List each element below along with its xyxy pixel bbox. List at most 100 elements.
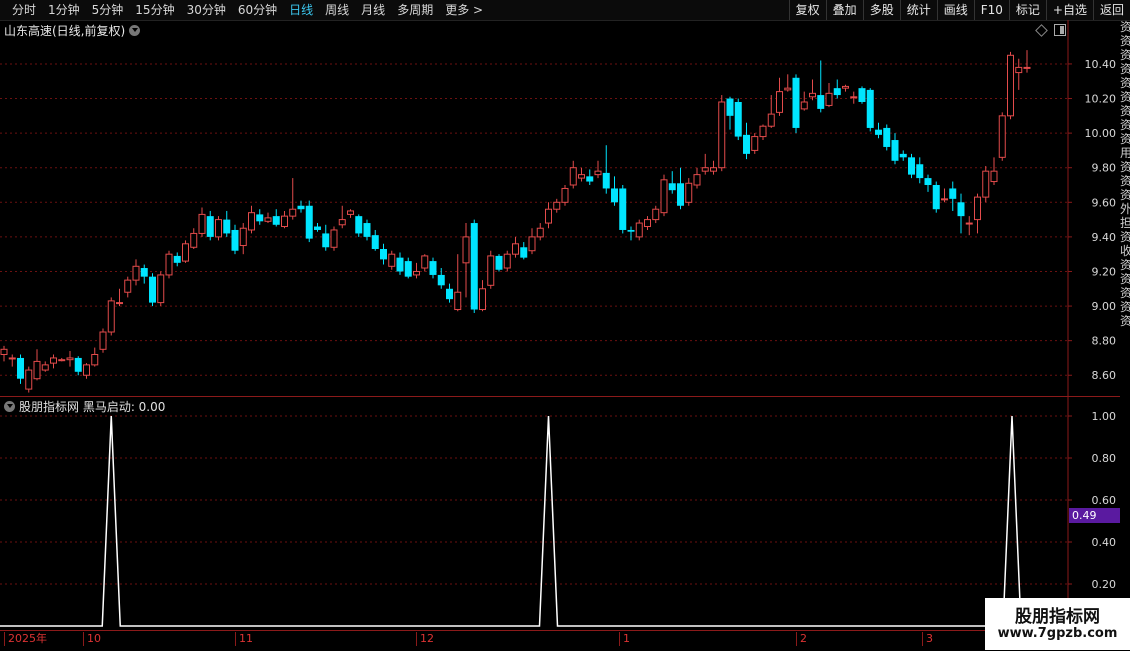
- right-strip-char: 资: [1120, 48, 1130, 62]
- candle-body-up: [553, 201, 561, 210]
- candle-body-up: [190, 232, 198, 248]
- candle-body-down: [833, 88, 841, 96]
- right-strip-char: 资: [1120, 174, 1130, 188]
- candle-body-up: [165, 253, 173, 276]
- date-axis-label: 2: [796, 632, 807, 646]
- indicator-tick-label: 1.00: [1092, 410, 1117, 423]
- candle-body-up: [347, 210, 354, 215]
- candle-body-down: [866, 89, 874, 128]
- candle-body-down: [949, 188, 957, 199]
- candle-body-down: [314, 226, 321, 230]
- candle-body-up: [388, 253, 396, 267]
- candle-body-up: [718, 101, 726, 169]
- date-axis-label: 12: [416, 632, 434, 646]
- candle-body-up: [198, 213, 206, 234]
- candle-body-down: [586, 176, 594, 182]
- candle-body-down: [297, 205, 305, 210]
- candle-body-up: [99, 331, 107, 350]
- right-strip-char: 收: [1120, 244, 1130, 258]
- candle-body-up: [701, 167, 709, 172]
- candle-body-down: [256, 214, 264, 222]
- watermark: 股朋指标网 www.7gpzb.com: [985, 598, 1130, 650]
- candle-body-up: [91, 353, 99, 366]
- indicator-tick-label: 0.40: [1092, 536, 1117, 549]
- candle-body-down: [619, 188, 627, 230]
- candle-body-up: [33, 360, 41, 380]
- right-strip-char: 资: [1120, 118, 1130, 132]
- candle-body-down: [149, 276, 156, 303]
- candle-body-up: [965, 222, 973, 225]
- candle-body-down: [916, 164, 924, 179]
- right-strip-char: 外: [1120, 202, 1130, 216]
- candle-body-down: [734, 101, 742, 137]
- right-strip-char: 资: [1120, 314, 1130, 328]
- candle-body-up: [107, 300, 115, 333]
- candle-body-down: [371, 235, 379, 249]
- indicator-title-text: 股朋指标网 黑马启动: 0.00: [19, 400, 166, 414]
- candle-body-up: [421, 255, 429, 269]
- candle-body-up: [990, 170, 998, 183]
- right-strip-char: 资: [1120, 132, 1130, 146]
- right-strip-char: 资: [1120, 160, 1130, 174]
- candle-body-down: [668, 183, 676, 191]
- right-strip-char: 资: [1120, 258, 1130, 272]
- candle-body-up: [528, 236, 536, 252]
- current-value-badge: 0.49: [1069, 508, 1120, 523]
- right-strip-char: 资: [1120, 286, 1130, 300]
- candle-body-down: [272, 216, 280, 225]
- candle-body-down: [627, 229, 635, 232]
- candle-body-up: [8, 357, 16, 360]
- watermark-url: www.7gpzb.com: [997, 626, 1118, 641]
- candle-body-up: [982, 170, 990, 198]
- candle-body-down: [380, 248, 387, 260]
- date-axis-label: 3: [922, 632, 933, 646]
- candle-body-up: [66, 357, 74, 361]
- right-strip-char: 资: [1120, 90, 1130, 104]
- date-axis-label: 10: [83, 632, 101, 646]
- candle-body-down: [932, 185, 940, 210]
- candle-body-up: [759, 125, 767, 138]
- right-strip-char: 资: [1120, 188, 1130, 202]
- candle-body-up: [635, 222, 643, 238]
- price-tick-label: 9.60: [1092, 196, 1117, 209]
- candle-body-up: [545, 208, 552, 224]
- watermark-name: 股朋指标网: [1015, 607, 1100, 627]
- candle-body-down: [858, 88, 866, 102]
- candle-body-up: [693, 174, 701, 186]
- date-axis-label: 11: [235, 632, 253, 646]
- candle-body-up: [215, 219, 222, 238]
- candle-body-down: [223, 219, 231, 234]
- price-tick-label: 10.20: [1085, 93, 1117, 106]
- price-tick-label: 9.20: [1092, 265, 1117, 278]
- candle-body-down: [404, 261, 412, 277]
- price-tick-label: 8.80: [1092, 335, 1117, 348]
- candle-body-down: [322, 233, 330, 248]
- candle-body-up: [58, 359, 66, 362]
- candle-body-up: [776, 91, 783, 113]
- kline-chart[interactable]: 10.4010.2010.009.809.609.409.209.008.808…: [0, 0, 1130, 650]
- candle-body-up: [132, 265, 140, 281]
- indicator-line: [0, 415, 1068, 627]
- candle-body-up: [850, 96, 858, 99]
- right-strip-char: 资: [1120, 62, 1130, 76]
- candle-body-up: [941, 198, 948, 201]
- price-tick-label: 9.40: [1092, 231, 1117, 244]
- candle-body-up: [1015, 66, 1023, 74]
- date-axis-label: 2025年: [4, 632, 47, 646]
- candle-body-down: [899, 153, 907, 158]
- candle-body-down: [677, 183, 684, 206]
- candle-body-down: [363, 223, 371, 237]
- right-info-strip: 资资资资资资资资资用资资资外担资收资资资资资: [1120, 20, 1130, 630]
- date-axis-label: 1: [619, 632, 630, 646]
- candle-body-up: [1023, 66, 1031, 69]
- indicator-dropdown-icon[interactable]: [4, 401, 15, 412]
- candle-body-down: [495, 255, 503, 270]
- right-strip-char: 资: [1120, 20, 1130, 34]
- candle-body-down: [817, 95, 825, 109]
- right-strip-char: 用: [1120, 146, 1130, 160]
- candle-body-up: [561, 187, 569, 203]
- candle-body-up: [503, 253, 511, 269]
- candle-body-up: [536, 227, 544, 238]
- candle-body-down: [429, 261, 437, 275]
- candle-body-down: [875, 129, 882, 135]
